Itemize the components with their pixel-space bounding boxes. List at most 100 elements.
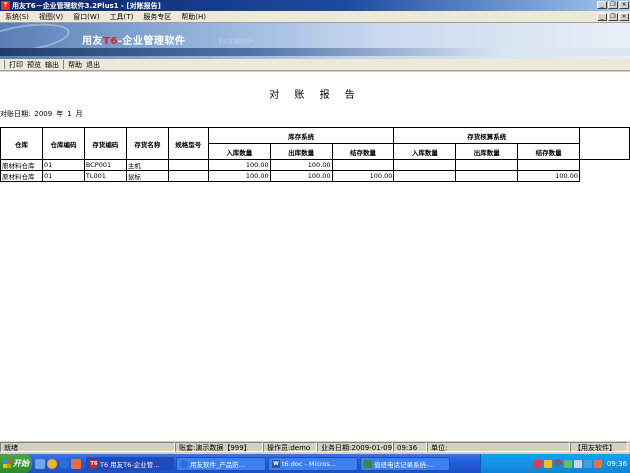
cell-cost-in [393,170,457,182]
ie-task-icon [180,459,188,468]
system-tray: 中 09:36 [480,454,630,473]
export-button[interactable]: 输出 [43,60,61,70]
media-icon[interactable] [47,458,57,469]
col-inv-balance-qty[interactable]: 结存数量 [331,143,395,160]
task-browser[interactable]: 用友软件_产品防... [176,456,266,471]
col-cost-in-qty[interactable]: 入库数量 [393,143,457,160]
windows-logo-icon [3,459,11,468]
cell-item-name: 主机 [125,159,169,171]
desktop-icon[interactable] [35,458,45,469]
group-costing-system: 存货核算系统 [393,127,581,144]
col-warehouse-code[interactable]: 仓库编码 [41,127,85,160]
t6-task-icon: T6 [90,459,98,468]
cell-spec [167,170,209,182]
menu-help[interactable]: 帮助(H) [176,12,211,22]
col-inv-out-qty[interactable]: 出库数量 [269,143,333,160]
col-spec[interactable]: 规格型号 [167,127,209,160]
banner-stripe [0,48,630,56]
status-ready: 就绪 [0,441,175,452]
menu-window[interactable]: 窗口(W) [68,12,104,22]
reconcile-date: 对账日期: 2009 年 1 月 [0,110,83,118]
task-word[interactable]: W t6.doc - Micros... [268,456,358,471]
tray-security-icon[interactable] [593,459,602,468]
cell-inv-in: 100.00 [207,170,271,182]
cell-cost-in [393,159,457,171]
duty-task-icon [364,459,372,468]
exit-button[interactable]: 退出 [84,60,102,70]
child-window-controls: _ ❐ × [597,13,629,21]
task-duty-log[interactable]: 值班电话记录系统-... [360,456,450,471]
report-canvas: 对 账 报 告 对账日期: 2009 年 1 月 仓库 仓库编码 存货编码 存货名称 规… [0,72,630,440]
child-minimize-icon[interactable]: _ [597,13,607,21]
cell-warehouse-code: 01 [41,159,85,171]
taskbar: 开始 T6 T6 用友T6-企业管... 用友软件_产品防... W t6.do… [0,454,630,473]
child-restore-icon[interactable]: ❐ [608,13,618,21]
start-button[interactable]: 开始 [0,454,32,473]
tray-network-icon[interactable] [563,459,572,468]
status-operator: 操作员:demo [263,441,317,452]
status-unit: 单位: [427,441,570,452]
tray-sound-icon[interactable] [573,459,582,468]
preview-button[interactable]: 预览 [25,60,43,70]
restore-icon[interactable]: ❐ [608,1,618,9]
status-time: 09:36 [393,441,427,452]
status-vendor: 【用友软件】 [570,441,628,452]
col-warehouse[interactable]: 仓库 [0,127,43,160]
reconcile-table: 仓库 仓库编码 存货编码 存货名称 规格型号 库存系统 存货核算系统 入库数量 … [0,127,630,182]
cell-item-code: TL001 [83,170,127,182]
tray-update-icon[interactable] [583,459,592,468]
child-close-icon[interactable]: × [619,13,629,21]
task-t6[interactable]: T6 T6 用友T6-企业管... [86,456,174,471]
brand-logo: 用友T6-企业管理软件 [82,36,186,47]
status-business-date: 业务日期:2009-01-09 [317,441,393,452]
cell-warehouse-code: 01 [41,170,85,182]
word-task-icon: W [272,459,280,468]
app-window: T 用友T6－企业管理软件3.2Plus1 - [对账报告] _ ❐ × 系统(… [0,0,630,473]
toolbar-separator [4,60,5,69]
table-row[interactable]: 原材料仓库 01 BCP001 主机 100.00 100.00 [0,159,630,171]
menu-bar: 系统(S) 视图(V) 窗口(W) 工具(T) 服务专区 帮助(H) _ ❐ × [0,11,630,23]
col-item-code[interactable]: 存货编码 [83,127,127,160]
menu-service[interactable]: 服务专区 [138,12,176,22]
cell-inv-in: 100.00 [207,159,271,171]
brand-tagline: 企业发展的助手 [218,39,254,45]
tray-keyboard-icon[interactable] [543,459,552,468]
cell-cost-balance: 100.00 [517,170,581,182]
tray-app-icon[interactable] [533,459,542,468]
menu-view[interactable]: 视图(V) [34,12,68,22]
cell-inv-balance [331,159,395,171]
col-cost-balance-qty[interactable]: 结存数量 [517,143,581,160]
cell-inv-out: 100.00 [269,170,333,182]
status-account: 账套:演示数据【999】 [175,441,263,452]
cell-inv-out: 100.00 [269,159,333,171]
product-banner: 用友T6-企业管理软件 企业发展的助手 [0,23,630,59]
tray-ime-icon[interactable]: 中 [554,458,562,469]
window-title: 用友T6－企业管理软件3.2Plus1 - [对账报告] [12,1,161,10]
cell-blank [580,160,630,171]
menu-system[interactable]: 系统(S) [0,12,34,22]
col-cost-out-qty[interactable]: 出库数量 [455,143,519,160]
cell-item-code: BCP001 [83,159,127,171]
print-button[interactable]: 打印 [7,60,25,70]
close-icon[interactable]: × [619,1,629,9]
app-launch-icon[interactable] [71,458,81,469]
browser-icon[interactable] [59,458,69,469]
col-item-name[interactable]: 存货名称 [125,127,169,160]
col-inv-in-qty[interactable]: 入库数量 [207,143,271,160]
cell-warehouse: 原材料仓库 [0,170,43,182]
cell-cost-balance [517,159,581,171]
cell-warehouse: 原材料仓库 [0,159,43,171]
cell-cost-out [455,170,519,182]
report-toolbar: 打印 预览 输出 帮助 退出 [0,59,630,71]
table-row[interactable]: 原材料仓库 01 TL001 鼠标 100.00 100.00 100.00 1… [0,170,630,182]
help-button[interactable]: 帮助 [66,60,84,70]
cell-inv-balance: 100.00 [331,170,395,182]
menu-tools[interactable]: 工具(T) [105,12,139,22]
report-title: 对 账 报 告 [269,90,361,101]
app-icon[interactable]: T [1,1,10,10]
tray-clock[interactable]: 09:36 [607,460,627,468]
quick-launch [32,458,84,469]
cell-item-name: 鼠标 [125,170,169,182]
cell-blank [580,171,630,182]
minimize-icon[interactable]: _ [597,1,607,9]
